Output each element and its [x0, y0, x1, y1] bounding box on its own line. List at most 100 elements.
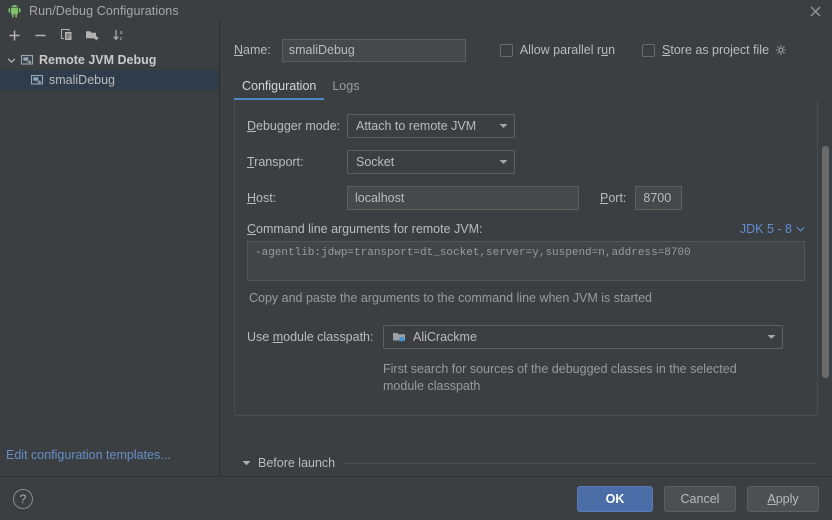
tree-group-remote-jvm-debug[interactable]: Remote JVM Debug [0, 50, 219, 70]
run-debug-configurations-dialog: Run/Debug Configurations a z Remote JVM … [0, 0, 832, 520]
android-robot-icon [8, 4, 21, 17]
configuration-scroll-area: Debugger mode: Attach to remote JVM Tran… [220, 100, 832, 450]
checkbox-box [499, 43, 513, 57]
module-folder-icon [393, 333, 405, 342]
plus-icon [9, 30, 20, 40]
editor-tabs: Configuration Logs [220, 70, 832, 100]
apply-tail: pply [775, 491, 799, 506]
chevron-down-icon [492, 123, 514, 129]
allow-parallel-run-checkbox[interactable]: Allow parallel run [499, 43, 615, 57]
transport-label-tail: ransport: [254, 155, 304, 169]
module-classpath-row: Use module classpath: AliCrackme [247, 325, 805, 349]
chevron-down-icon[interactable] [4, 53, 18, 67]
configurations-pane: a z Remote JVM Debug smaliDebug Edit con… [0, 22, 220, 476]
host-input[interactable]: localhost [347, 186, 579, 210]
sort-az-icon: a z [112, 30, 122, 42]
dialog-footer: ? OK Cancel Apply [0, 476, 832, 520]
store-as-project-file-label: Store as project file [662, 43, 769, 57]
host-label-tail: ost: [256, 191, 277, 205]
transport-dropdown[interactable]: Socket [347, 150, 515, 174]
command-line-arguments-textarea[interactable]: -agentlib:jdwp=transport=dt_socket,serve… [247, 241, 805, 281]
module-classpath-dropdown[interactable]: AliCrackme [383, 325, 783, 349]
module-mnemonic: m [272, 330, 284, 344]
dialog-body: a z Remote JVM Debug smaliDebug Edit con… [0, 22, 832, 476]
remote-debug-icon [20, 54, 34, 65]
module-classpath-value: AliCrackme [413, 330, 477, 344]
allow-parallel-tail: n [608, 43, 616, 57]
checkbox-box [642, 43, 656, 57]
before-launch-separator [342, 462, 818, 464]
add-configuration-button[interactable] [2, 23, 27, 47]
module-label-head: Use [247, 330, 273, 344]
port-input[interactable]: 8700 [635, 186, 683, 210]
name-row: Name: smaliDebug Allow parallel run Stor… [220, 22, 832, 66]
window-title: Run/Debug Configurations [29, 4, 179, 18]
edit-configuration-templates-link[interactable]: Edit configuration templates... [0, 448, 219, 476]
debugger-mode-label-tail: ebugger mode: [256, 119, 341, 133]
host-port-row: Host: localhost Port: 8700 [247, 186, 805, 210]
jdk-version-label: JDK 5 - 8 [739, 222, 792, 236]
configurations-toolbar: a z [0, 22, 219, 48]
configurations-tree: Remote JVM Debug smaliDebug [0, 48, 219, 448]
folder-plus-icon [86, 31, 99, 41]
configuration-panel: Debugger mode: Attach to remote JVM Tran… [234, 100, 818, 416]
tab-configuration[interactable]: Configuration [234, 79, 325, 100]
chevron-down-glyph [7, 57, 15, 63]
debugger-mode-row: Debugger mode: Attach to remote JVM [247, 114, 805, 138]
allow-parallel-head: Allow parallel r [519, 43, 602, 57]
close-icon[interactable] [802, 1, 828, 21]
transport-label: Transport: [247, 155, 347, 169]
new-folder-button[interactable] [80, 23, 105, 47]
host-label: Host: [247, 191, 347, 205]
ok-button[interactable]: OK [577, 485, 653, 512]
tree-item-label: smaliDebug [49, 73, 116, 87]
store-as-project-file-checkbox[interactable]: Store as project file [642, 43, 788, 57]
tree-group-label: Remote JVM Debug [39, 53, 157, 67]
close-glyph [810, 6, 820, 16]
copy-icon [60, 29, 72, 41]
chevron-down-icon [760, 334, 782, 340]
cancel-button[interactable]: Cancel [664, 485, 736, 512]
command-line-mnemonic: C [247, 222, 257, 236]
tree-item-smalidebug[interactable]: smaliDebug [0, 70, 219, 90]
command-line-label-tail: ommand line arguments for remote JVM: [256, 222, 483, 236]
copy-configuration-button[interactable] [54, 23, 79, 47]
command-line-label: Command line arguments for remote JVM: [247, 222, 483, 236]
chevron-down-icon [796, 226, 805, 232]
apply-button[interactable]: Apply [747, 485, 819, 512]
port-label-tail: ort: [608, 191, 627, 205]
help-button[interactable]: ? [13, 488, 33, 509]
jdk-version-selector[interactable]: JDK 5 - 8 [740, 222, 805, 236]
minus-icon [35, 34, 46, 36]
transport-row: Transport: Socket [247, 150, 805, 174]
chevron-down-glyph [499, 124, 507, 128]
debugger-mode-mnemonic: D [247, 119, 257, 133]
vertical-scrollbar[interactable] [822, 146, 829, 436]
remote-debug-icon [30, 74, 44, 85]
triangle-down-icon[interactable] [242, 460, 251, 466]
store-project-tail: tore as project file [670, 43, 770, 57]
before-launch-label: Before launch [258, 456, 336, 470]
sort-alphabetically-button[interactable]: a z [106, 23, 131, 47]
name-input[interactable]: smaliDebug [281, 38, 466, 62]
allow-parallel-run-label: Allow parallel run [520, 43, 615, 57]
tab-logs[interactable]: Logs [324, 79, 367, 100]
transport-value: Socket [356, 155, 395, 169]
debugger-mode-label: Debugger mode: [247, 119, 347, 133]
before-launch-section[interactable]: Before launch [220, 450, 832, 476]
chevron-down-icon [492, 159, 514, 165]
host-mnemonic: H [247, 191, 257, 205]
remove-configuration-button[interactable] [28, 23, 53, 47]
name-label: Name: [234, 43, 271, 57]
command-line-hint: Copy and paste the arguments to the comm… [249, 291, 652, 305]
scrollbar-thumb[interactable] [822, 146, 829, 378]
svg-text:z: z [119, 36, 122, 42]
gear-icon[interactable] [775, 44, 788, 57]
title-bar: Run/Debug Configurations [0, 0, 832, 22]
debugger-mode-dropdown[interactable]: Attach to remote JVM [347, 114, 515, 138]
name-label-mnemonic: N [234, 43, 244, 57]
chevron-down-glyph [499, 160, 507, 164]
command-line-header: Command line arguments for remote JVM: J… [247, 222, 805, 236]
debugger-mode-value: Attach to remote JVM [356, 119, 477, 133]
module-classpath-label: Use module classpath: [247, 330, 383, 344]
